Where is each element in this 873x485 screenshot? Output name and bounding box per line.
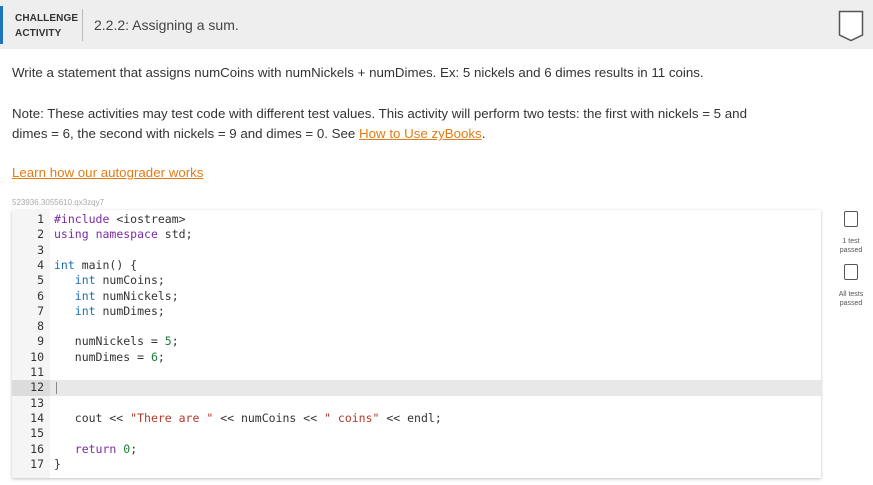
code-editor[interactable]: 1 #include <iostream> 2 using namespace std… xyxy=(12,210,821,478)
code-identifier: 523936.3055610.qx3zqy7 xyxy=(12,198,105,207)
code-line[interactable]: 17} xyxy=(12,457,821,472)
note-line-1: Note: These activities may test code wit… xyxy=(12,106,747,121)
line-number: 16 xyxy=(30,441,44,456)
code-text: numDimes = 6; xyxy=(54,349,165,364)
header-accent-bar xyxy=(0,6,3,44)
test1-status-line2: passed xyxy=(839,247,863,254)
activity-title: 2.2.2: Assigning a sum. xyxy=(94,17,239,33)
code-line[interactable]: 2 using namespace std; xyxy=(12,227,821,242)
code-text: #include <iostream> xyxy=(54,212,186,226)
text-cursor xyxy=(56,382,57,395)
note-line-2-suffix: . xyxy=(481,126,486,141)
activity-type-line1: CHALLENGE xyxy=(15,13,79,24)
line-number: 17 xyxy=(30,456,44,471)
line-number: 13 xyxy=(30,395,44,410)
code-text: return 0; xyxy=(74,441,138,456)
code-line[interactable]: 11 xyxy=(12,365,821,380)
line-number: 4 xyxy=(37,257,44,272)
code-text: int numCoins; xyxy=(74,273,165,288)
test1-status: 1 test passed xyxy=(831,237,871,255)
note-line-2: dimes = 6, the second with nickels = 9 a… xyxy=(12,124,832,144)
all-tests-checkbox-icon xyxy=(844,264,858,280)
note-line-2-text: dimes = 6, the second with nickels = 9 a… xyxy=(12,126,360,141)
code-text: using namespace std; xyxy=(54,227,193,242)
line-number: 3 xyxy=(37,242,44,257)
code-text: numNickels = 5; xyxy=(54,334,179,349)
line-number: 7 xyxy=(37,303,44,318)
code-line[interactable]: 8 xyxy=(12,319,821,334)
line-number: 9 xyxy=(37,334,44,349)
line-number: 1 xyxy=(37,212,44,226)
line-number: 12 xyxy=(30,380,44,395)
autograder-link[interactable]: Learn how our autograder works xyxy=(12,165,203,180)
test1-checkbox-icon xyxy=(844,211,858,227)
line-number: 2 xyxy=(37,227,44,242)
line-number: 11 xyxy=(30,365,44,379)
line-number: 6 xyxy=(37,288,44,303)
code-text: int numDimes; xyxy=(74,303,165,318)
completion-badge-icon xyxy=(838,10,864,42)
all-tests-status-line2: passed xyxy=(839,300,863,307)
code-line[interactable]: 10 numDimes = 6; xyxy=(12,350,821,365)
line-number: 5 xyxy=(37,273,44,288)
code-text: int main() { xyxy=(54,257,138,272)
instruction-paragraph: Write a statement that assigns numCoins … xyxy=(12,65,704,80)
line-number: 10 xyxy=(30,349,44,364)
code-line[interactable]: 9 numNickels = 5; xyxy=(12,334,821,349)
activity-type-line2: ACTIVITY xyxy=(15,28,62,39)
activity-header: CHALLENGE ACTIVITY 2.2.2: Assigning a su… xyxy=(0,0,873,49)
line-number: 8 xyxy=(37,319,44,334)
code-text: } xyxy=(54,456,61,471)
code-text: int numNickels; xyxy=(74,288,179,303)
code-line[interactable]: 6 int numNickels; xyxy=(12,289,821,304)
code-line[interactable]: 16 return 0; xyxy=(12,442,821,457)
code-line[interactable]: 7 int numDimes; xyxy=(12,304,821,319)
header-divider xyxy=(82,9,83,41)
code-line[interactable]: 14 cout << "There are " << numCoins << "… xyxy=(12,411,821,426)
all-tests-status: All tests passed xyxy=(831,290,871,308)
line-number: 15 xyxy=(30,426,44,441)
all-tests-status-line1: All tests xyxy=(838,291,864,298)
how-to-use-zybooks-link[interactable]: How to Use zyBooks xyxy=(359,126,482,141)
line-number: 14 xyxy=(30,410,44,425)
code-line[interactable]: 15 xyxy=(12,426,821,441)
code-line[interactable]: 4 int main() { xyxy=(12,258,821,273)
code-line[interactable]: 5 int numCoins; xyxy=(12,273,821,288)
note-paragraph: Note: These activities may test code wit… xyxy=(12,104,832,144)
code-text: cout << "There are " << numCoins << " co… xyxy=(54,410,442,425)
code-line[interactable]: 1 #include <iostream> xyxy=(12,212,821,227)
code-line[interactable]: 3 xyxy=(12,243,821,258)
code-line[interactable]: 12 xyxy=(12,380,821,396)
code-line[interactable]: 13 xyxy=(12,396,821,411)
test1-status-line1: 1 test xyxy=(842,238,860,245)
activity-type-label: CHALLENGE ACTIVITY xyxy=(15,11,78,41)
